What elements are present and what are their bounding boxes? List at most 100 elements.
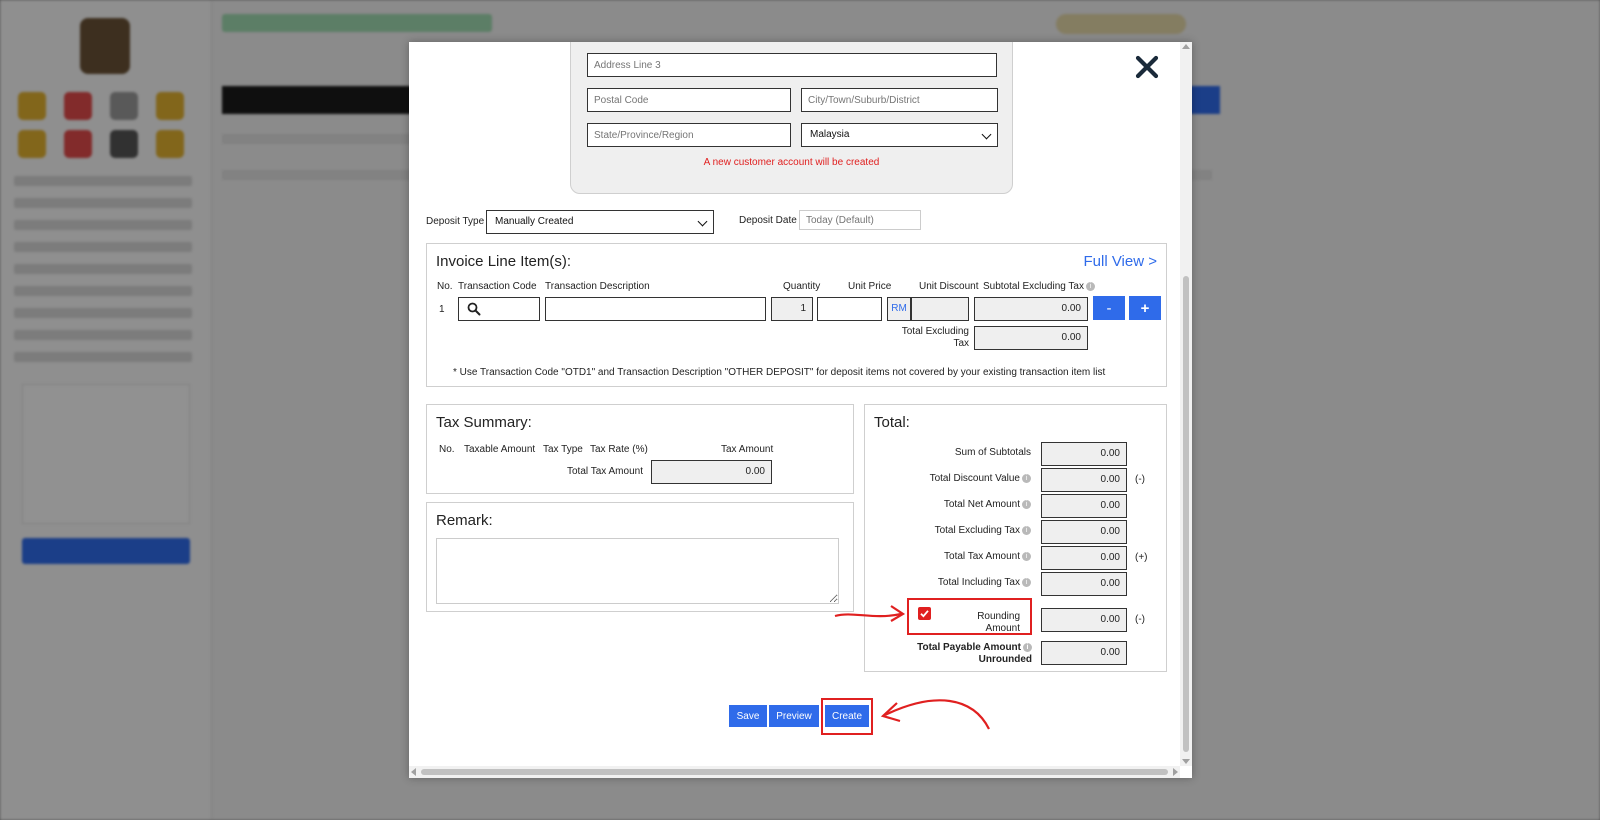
tax-summary-section: Tax Summary: No. Taxable Amount Tax Type… [426,404,854,494]
unit-discount-input[interactable] [911,297,969,321]
info-icon: i [1022,551,1031,561]
sum-subtotals-field: 0.00 [1041,442,1127,466]
horizontal-scroll-thumb[interactable] [421,769,1168,775]
rounding-highlight-box [907,598,1032,635]
tax-col-tax-amount: Tax Amount [721,444,774,455]
col-transaction-code: Transaction Code [458,281,537,292]
deposit-type-label: Deposit Type [426,216,485,227]
rounding-field: 0.00 [1041,608,1127,632]
remark-textarea[interactable] [436,538,839,604]
deposit-type-select[interactable]: Manually Created [486,210,714,234]
col-quantity: Quantity [783,281,821,292]
scroll-down-arrow-icon[interactable] [1182,759,1190,764]
total-net-row: Total Net Amount i [865,499,1031,513]
chevron-down-icon [697,216,708,227]
add-row-button[interactable]: + [1129,296,1161,320]
vertical-scroll-thumb[interactable] [1183,276,1189,752]
postal-code-input[interactable] [587,88,791,112]
invoice-line-items-section: Invoice Line Item(s): Full View > No. Tr… [426,243,1167,387]
payable-unrounded-line1: Total Payable Amount i [917,642,1032,654]
currency-label: RM [887,297,911,321]
deposit-date-label: Deposit Date [739,215,797,226]
total-tax-field: 0.00 [1041,546,1127,570]
country-select[interactable]: Malaysia [801,123,998,147]
total-excl-label: Total Excluding Tax i [935,525,1031,536]
row-number: 1 [439,304,445,315]
chevron-down-icon [981,129,992,140]
close-button[interactable] [1134,54,1160,80]
save-button[interactable]: Save [729,705,767,727]
total-tax-label: Total Tax Amount i [944,551,1031,562]
total-incl-label: Total Including Tax i [938,577,1031,588]
info-icon: i [1022,473,1031,483]
scroll-left-arrow-icon[interactable] [411,768,416,776]
col-transaction-description: Transaction Description [545,281,650,292]
payable-unrounded-label: Total Payable Amount i Unrounded [917,642,1032,666]
total-excl-row: Total Excluding Tax i [865,525,1031,539]
total-tax-amount-field: 0.00 [651,460,772,484]
total-incl-text: Total Including Tax [937,577,1020,588]
transaction-code-input[interactable] [458,297,540,321]
sum-subtotals-row: Sum of Subtotals [865,447,1031,461]
country-select-value: Malaysia [810,129,850,140]
scroll-up-arrow-icon[interactable] [1182,44,1190,49]
create-deposit-modal: Malaysia A new customer account will be … [409,42,1192,778]
total-discount-text: Total Discount Value [929,473,1020,484]
full-view-link[interactable]: Full View > [1083,253,1157,270]
info-icon: i [1022,577,1031,587]
col-subtotal-excluding-tax: Subtotal Excluding Tax i [983,281,1095,292]
tax-col-tax-rate: Tax Rate (%) [590,444,648,455]
curved-arrow-icon [880,699,990,730]
total-tax-text: Total Tax Amount [944,551,1020,562]
total-incl-field: 0.00 [1041,572,1127,596]
deposit-date-input[interactable] [799,210,921,230]
total-net-label: Total Net Amount i [944,499,1031,510]
totals-title: Total: [874,414,910,431]
total-discount-label: Total Discount Value i [930,473,1031,484]
total-net-field: 0.00 [1041,494,1127,518]
info-icon: i [1086,281,1095,291]
payable-unrounded-text: Total Payable Amount [917,642,1021,653]
total-incl-row: Total Including Tax i [865,577,1031,591]
total-net-text: Total Net Amount [943,499,1020,510]
tax-summary-title: Tax Summary: [436,414,532,431]
col-subtotal-label: Subtotal Excluding Tax [983,281,1084,292]
transaction-description-input[interactable] [545,297,766,321]
col-unit-price: Unit Price [848,281,892,292]
remove-row-button[interactable]: - [1093,296,1125,320]
new-account-note: A new customer account will be created [703,157,880,168]
total-tax-amount-label: Total Tax Amount [567,466,643,477]
line-items-note: * Use Transaction Code "OTD1" and Transa… [453,367,1106,378]
search-icon [467,302,481,316]
deposit-type-value: Manually Created [495,216,574,227]
total-excluding-tax-label: Total Excluding Tax [901,326,969,349]
city-input[interactable] [801,88,998,112]
state-input[interactable] [587,123,791,147]
total-discount-row: Total Discount Value i [865,473,1031,487]
quantity-input[interactable]: 1 [771,297,813,321]
payable-unrounded-line2: Unrounded [978,654,1032,665]
unit-price-input[interactable] [817,297,882,321]
tax-col-taxable-amount: Taxable Amount [464,444,536,455]
info-icon: i [1022,525,1031,535]
total-tax-row: Total Tax Amount i [865,551,1031,565]
info-icon: i [1022,499,1031,509]
remark-section: Remark: [426,502,854,612]
tax-col-tax-type: Tax Type [543,444,583,455]
vertical-scrollbar[interactable] [1180,42,1192,766]
tax-sign: (+) [1135,552,1148,563]
payable-unrounded-field: 0.00 [1041,641,1127,665]
total-excluding-tax-field: 0.00 [974,326,1088,350]
discount-sign: (-) [1135,474,1145,485]
info-icon: i [1023,642,1032,652]
col-unit-discount: Unit Discount [919,281,979,292]
create-button[interactable]: Create [825,705,869,727]
total-discount-field: 0.00 [1041,468,1127,492]
remark-title: Remark: [436,512,493,529]
preview-button[interactable]: Preview [769,705,819,727]
line-items-title: Invoice Line Item(s): [436,253,572,270]
horizontal-scrollbar[interactable] [409,766,1180,778]
address-line3-input[interactable] [587,53,997,77]
scroll-right-arrow-icon[interactable] [1173,768,1178,776]
sum-subtotals-label: Sum of Subtotals [954,447,1031,458]
